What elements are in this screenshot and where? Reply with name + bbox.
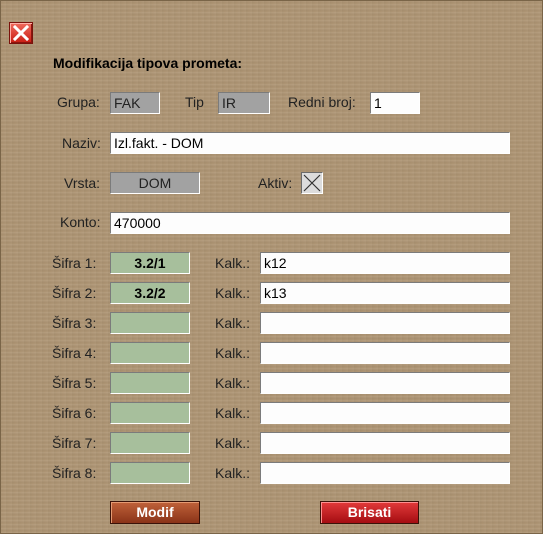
grupa-label: Grupa: — [57, 94, 100, 110]
sifra-label: Šifra 2: — [52, 285, 97, 301]
kalk-field[interactable] — [260, 432, 510, 454]
kalk-label: Kalk.: — [215, 345, 251, 361]
brisati-button[interactable]: Brisati — [320, 501, 419, 524]
kalk-label: Kalk.: — [215, 285, 251, 301]
sifra-label: Šifra 5: — [52, 375, 97, 391]
kalk-label: Kalk.: — [215, 375, 251, 391]
tip-field[interactable]: IR — [218, 92, 270, 114]
sifra-field[interactable] — [110, 462, 190, 484]
kalk-field[interactable] — [260, 342, 510, 364]
grupa-field[interactable]: FAK — [110, 92, 160, 114]
sifra-label: Šifra 6: — [52, 405, 97, 421]
sifra-field[interactable] — [110, 432, 190, 454]
sifra-label: Šifra 8: — [52, 465, 97, 481]
sifra-label: Šifra 7: — [52, 435, 97, 451]
konto-field[interactable]: 470000 — [110, 212, 510, 234]
sifra-label: Šifra 1: — [52, 255, 97, 271]
kalk-label: Kalk.: — [215, 405, 251, 421]
sifra-field[interactable] — [110, 312, 190, 334]
vrsta-field[interactable]: DOM — [110, 172, 200, 194]
sifra-label: Šifra 4: — [52, 345, 97, 361]
aktiv-checkbox[interactable] — [301, 172, 323, 194]
close-icon — [13, 25, 29, 41]
kalk-field[interactable] — [260, 372, 510, 394]
aktiv-label: Aktiv: — [258, 175, 293, 191]
sifra-field[interactable]: 3.2/2 — [110, 282, 190, 304]
redni-broj-label: Redni broj: — [288, 94, 356, 110]
konto-label: Konto: — [60, 214, 101, 230]
kalk-field[interactable] — [260, 462, 510, 484]
modif-button[interactable]: Modif — [110, 501, 200, 524]
naziv-label: Naziv: — [62, 135, 101, 151]
sifra-field[interactable]: 3.2/1 — [110, 252, 190, 274]
tip-label: Tip — [185, 94, 204, 110]
sifra-label: Šifra 3: — [52, 315, 97, 331]
redni-broj-field[interactable]: 1 — [370, 92, 420, 114]
kalk-label: Kalk.: — [215, 465, 251, 481]
kalk-field[interactable]: k12 — [260, 252, 510, 274]
x-check-icon — [303, 174, 321, 192]
dialog-title: Modifikacija tipova prometa: — [53, 55, 243, 71]
kalk-label: Kalk.: — [215, 315, 251, 331]
close-button[interactable] — [9, 22, 33, 44]
naziv-field[interactable]: Izl.fakt. - DOM — [110, 132, 510, 154]
kalk-label: Kalk.: — [215, 255, 251, 271]
sifra-field[interactable] — [110, 402, 190, 424]
kalk-field[interactable] — [260, 312, 510, 334]
sifra-field[interactable] — [110, 372, 190, 394]
kalk-field[interactable] — [260, 402, 510, 424]
sifra-field[interactable] — [110, 342, 190, 364]
vrsta-label: Vrsta: — [64, 175, 101, 191]
kalk-field[interactable]: k13 — [260, 282, 510, 304]
kalk-label: Kalk.: — [215, 435, 251, 451]
